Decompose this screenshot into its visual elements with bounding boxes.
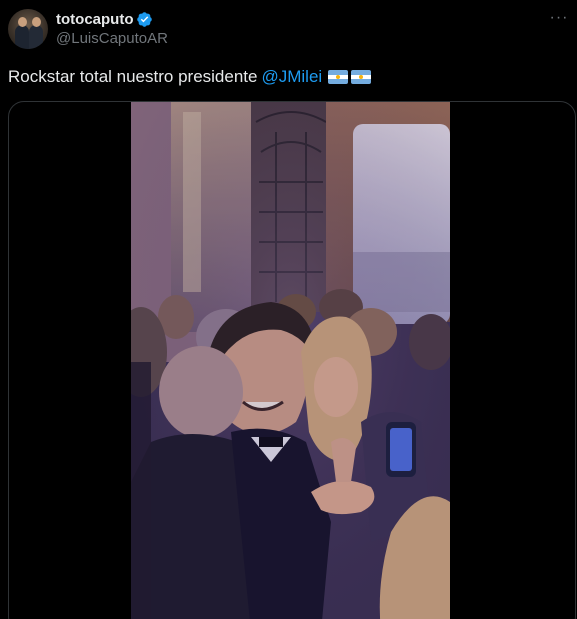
- avatar-face-right: [32, 17, 41, 27]
- display-name[interactable]: totocaputo: [56, 10, 133, 29]
- more-options-icon[interactable]: ···: [549, 8, 569, 28]
- video-frame: [131, 102, 450, 619]
- avatar-figure-left: [15, 25, 29, 49]
- argentina-flag-icon: [328, 70, 349, 84]
- tweet-body: Rockstar total nuestro presidente: [8, 67, 258, 86]
- media-container: [8, 101, 576, 619]
- tweet-text: Rockstar total nuestro presidente @JMile…: [8, 66, 372, 88]
- author-names: totocaputo @LuisCaputoAR: [56, 10, 168, 48]
- handle[interactable]: @LuisCaputoAR: [56, 29, 168, 48]
- tweet-header: totocaputo @LuisCaputoAR: [8, 9, 168, 49]
- tweet: totocaputo @LuisCaputoAR ··· Rockstar to…: [0, 0, 577, 619]
- avatar-face-left: [18, 17, 27, 27]
- avatar[interactable]: [8, 9, 48, 49]
- argentina-flag-icon: [351, 70, 372, 84]
- display-name-row: totocaputo: [56, 10, 168, 29]
- mention-link[interactable]: @JMilei: [261, 66, 322, 88]
- video-player[interactable]: [131, 102, 450, 619]
- avatar-figure-right: [29, 25, 43, 49]
- verified-badge-icon: [137, 12, 153, 27]
